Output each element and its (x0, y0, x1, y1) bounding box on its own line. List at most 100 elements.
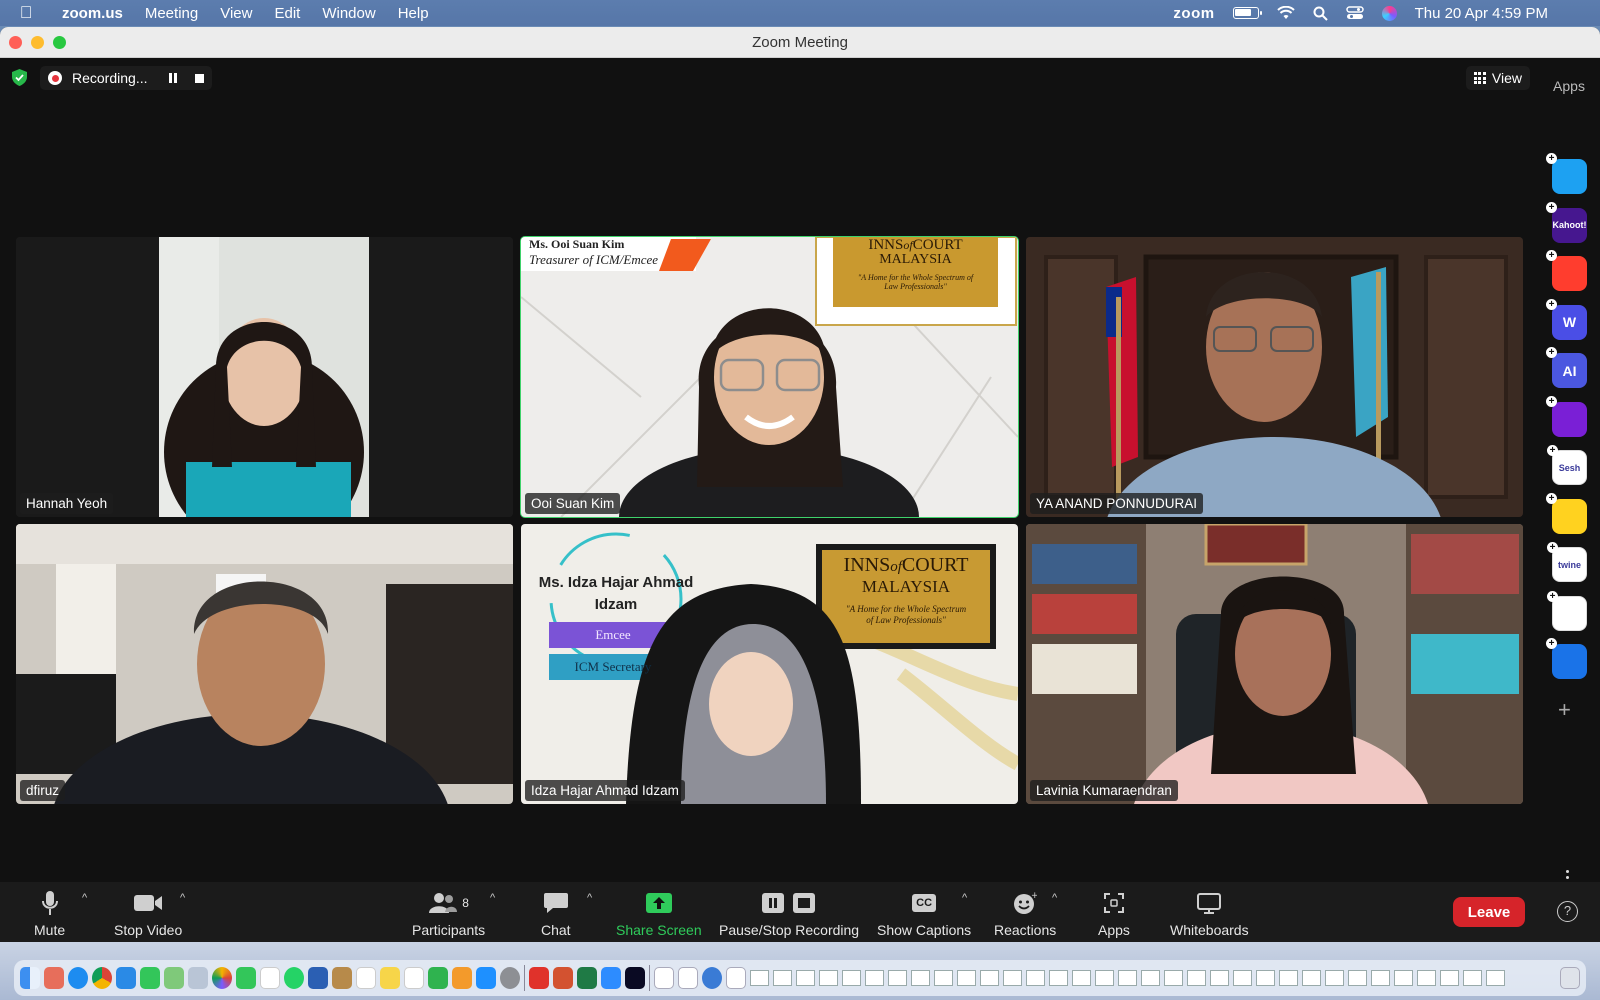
photos-icon[interactable] (212, 967, 232, 989)
numbers-icon[interactable] (428, 967, 448, 989)
video-tile-idza-hajar[interactable]: Ms. Idza Hajar Ahmad Idzam Emcee ICM Sec… (521, 524, 1018, 804)
minimized-window-thumbnail[interactable] (1049, 970, 1068, 986)
help-icon[interactable]: ? (1557, 901, 1578, 922)
add-app-plus-icon[interactable]: + (1547, 445, 1558, 456)
battery-icon[interactable] (1232, 7, 1262, 19)
add-app-plus-icon[interactable]: + (1547, 590, 1558, 602)
minimized-window-thumbnail[interactable] (1072, 970, 1091, 986)
minimized-window-thumbnail[interactable] (1141, 970, 1160, 986)
reminders-icon[interactable] (356, 967, 376, 989)
minimized-window-thumbnail[interactable] (1187, 970, 1206, 986)
video-options-chevron-icon[interactable]: ^ (180, 892, 185, 904)
zoom-status-menu[interactable]: zoom (1173, 5, 1214, 22)
menu-app-name[interactable]: zoom.us (52, 5, 134, 22)
minimized-window-thumbnail[interactable] (1256, 970, 1275, 986)
reactions-options-chevron-icon[interactable]: ^ (1052, 892, 1057, 904)
wifi-icon[interactable] (1276, 6, 1295, 20)
kahoot-icon[interactable]: + Kahoot! (1546, 201, 1587, 243)
launchpad-icon[interactable] (44, 967, 64, 989)
minimized-window-thumbnail[interactable] (1440, 970, 1459, 986)
anydesk-icon[interactable] (529, 967, 549, 989)
freeform-icon[interactable] (404, 967, 424, 989)
spotlight-search-icon[interactable] (1313, 6, 1328, 21)
menubar-clock[interactable]: Thu 20 Apr 4:59 PM (1415, 5, 1548, 22)
chat-button[interactable]: Chat (541, 890, 571, 938)
reactions-button[interactable]: + Reactions (994, 890, 1056, 938)
pages-icon[interactable] (452, 967, 472, 989)
minimized-window-thumbnail[interactable] (865, 970, 884, 986)
minimized-window-thumbnail[interactable] (934, 970, 953, 986)
minimized-window-thumbnail[interactable] (1118, 970, 1137, 986)
minimized-window-thumbnail[interactable] (1371, 970, 1390, 986)
minimized-window-thumbnail[interactable] (750, 970, 769, 986)
minimized-window-thumbnail[interactable] (1325, 970, 1344, 986)
minimized-window-thumbnail[interactable] (1394, 970, 1413, 986)
wordwall-icon[interactable]: + W (1546, 298, 1587, 340)
close-window-button[interactable] (9, 36, 22, 49)
notes-icon[interactable] (380, 967, 400, 989)
minimized-window-thumbnail[interactable] (1210, 970, 1229, 986)
siri-icon[interactable] (1381, 5, 1397, 21)
stop-recording-icon[interactable] (195, 73, 205, 83)
minimized-window-thumbnail[interactable] (1486, 970, 1505, 986)
add-app-plus-icon[interactable]: + (1546, 298, 1557, 310)
safari-icon[interactable] (68, 967, 88, 989)
chat-options-chevron-icon[interactable]: ^ (587, 892, 592, 904)
whiteboards-button[interactable]: Whiteboards (1170, 890, 1249, 938)
chrome-icon[interactable] (92, 967, 112, 989)
emoji-app-icon[interactable]: + (1546, 492, 1587, 534)
apple-menu-icon[interactable]:  (0, 3, 52, 23)
document-icon[interactable] (654, 967, 674, 989)
mail-icon[interactable] (116, 967, 136, 989)
ai-app-icon[interactable]: + AI (1546, 347, 1587, 388)
control-center-icon[interactable] (1345, 6, 1364, 20)
captions-options-chevron-icon[interactable]: ^ (962, 892, 967, 904)
add-app-plus-icon[interactable]: + (1546, 201, 1557, 213)
webex-icon[interactable] (625, 967, 645, 989)
add-app-icon[interactable]: + (1558, 697, 1571, 723)
whatsapp-icon[interactable] (284, 967, 304, 989)
video-tile-ooi-suan-kim[interactable]: Ms. Ooi Suan Kim Treasurer of ICM/Emcee … (520, 236, 1019, 518)
encryption-shield-icon[interactable] (12, 69, 27, 86)
preview-icon[interactable] (188, 967, 208, 989)
menu-meeting[interactable]: Meeting (134, 5, 209, 22)
minimized-window-thumbnail[interactable] (1302, 970, 1321, 986)
add-app-plus-icon[interactable]: + (1546, 153, 1557, 164)
blocks-app-icon[interactable]: + (1547, 590, 1587, 631)
document-icon[interactable] (678, 967, 698, 989)
sync-app-icon[interactable]: + (1546, 638, 1587, 679)
apps-button[interactable]: Apps (1098, 890, 1130, 938)
minimized-window-thumbnail[interactable] (796, 970, 815, 986)
messages-icon[interactable] (140, 967, 160, 989)
menu-view[interactable]: View (209, 5, 263, 22)
minimized-window-thumbnail[interactable] (1348, 970, 1367, 986)
minimized-window-thumbnail[interactable] (1026, 970, 1045, 986)
maps-icon[interactable] (164, 967, 184, 989)
add-app-plus-icon[interactable]: + (1546, 347, 1557, 358)
participants-options-chevron-icon[interactable]: ^ (490, 892, 495, 904)
show-captions-button[interactable]: CC Show Captions (877, 890, 971, 938)
add-app-plus-icon[interactable]: + (1546, 638, 1557, 649)
fullscreen-window-button[interactable] (53, 36, 66, 49)
zoom-dock-icon[interactable] (601, 967, 621, 989)
notes-app-icon[interactable] (332, 967, 352, 989)
menu-window[interactable]: Window (311, 5, 386, 22)
video-tile-lavinia-kumaraendran[interactable]: Lavinia Kumaraendran (1026, 524, 1523, 804)
finder-icon[interactable] (20, 967, 40, 989)
minimized-window-thumbnail[interactable] (911, 970, 930, 986)
minimized-window-thumbnail[interactable] (980, 970, 999, 986)
minimized-window-thumbnail[interactable] (819, 970, 838, 986)
powerpoint-icon[interactable] (553, 967, 573, 989)
trash-icon[interactable] (1560, 967, 1580, 989)
twine-icon[interactable]: + twine (1547, 542, 1587, 582)
view-button[interactable]: View (1465, 66, 1530, 90)
minimized-window-thumbnail[interactable] (1279, 970, 1298, 986)
video-tile-dfiruz[interactable]: dfiruz (16, 524, 513, 804)
sesh-icon[interactable]: + Sesh (1547, 445, 1587, 485)
orange-app-icon[interactable]: + (1546, 250, 1587, 291)
minimized-window-thumbnail[interactable] (1003, 970, 1022, 986)
add-app-plus-icon[interactable]: + (1546, 492, 1557, 504)
minimized-window-thumbnail[interactable] (888, 970, 907, 986)
add-app-plus-icon[interactable]: + (1547, 542, 1558, 553)
menu-help[interactable]: Help (387, 5, 440, 22)
